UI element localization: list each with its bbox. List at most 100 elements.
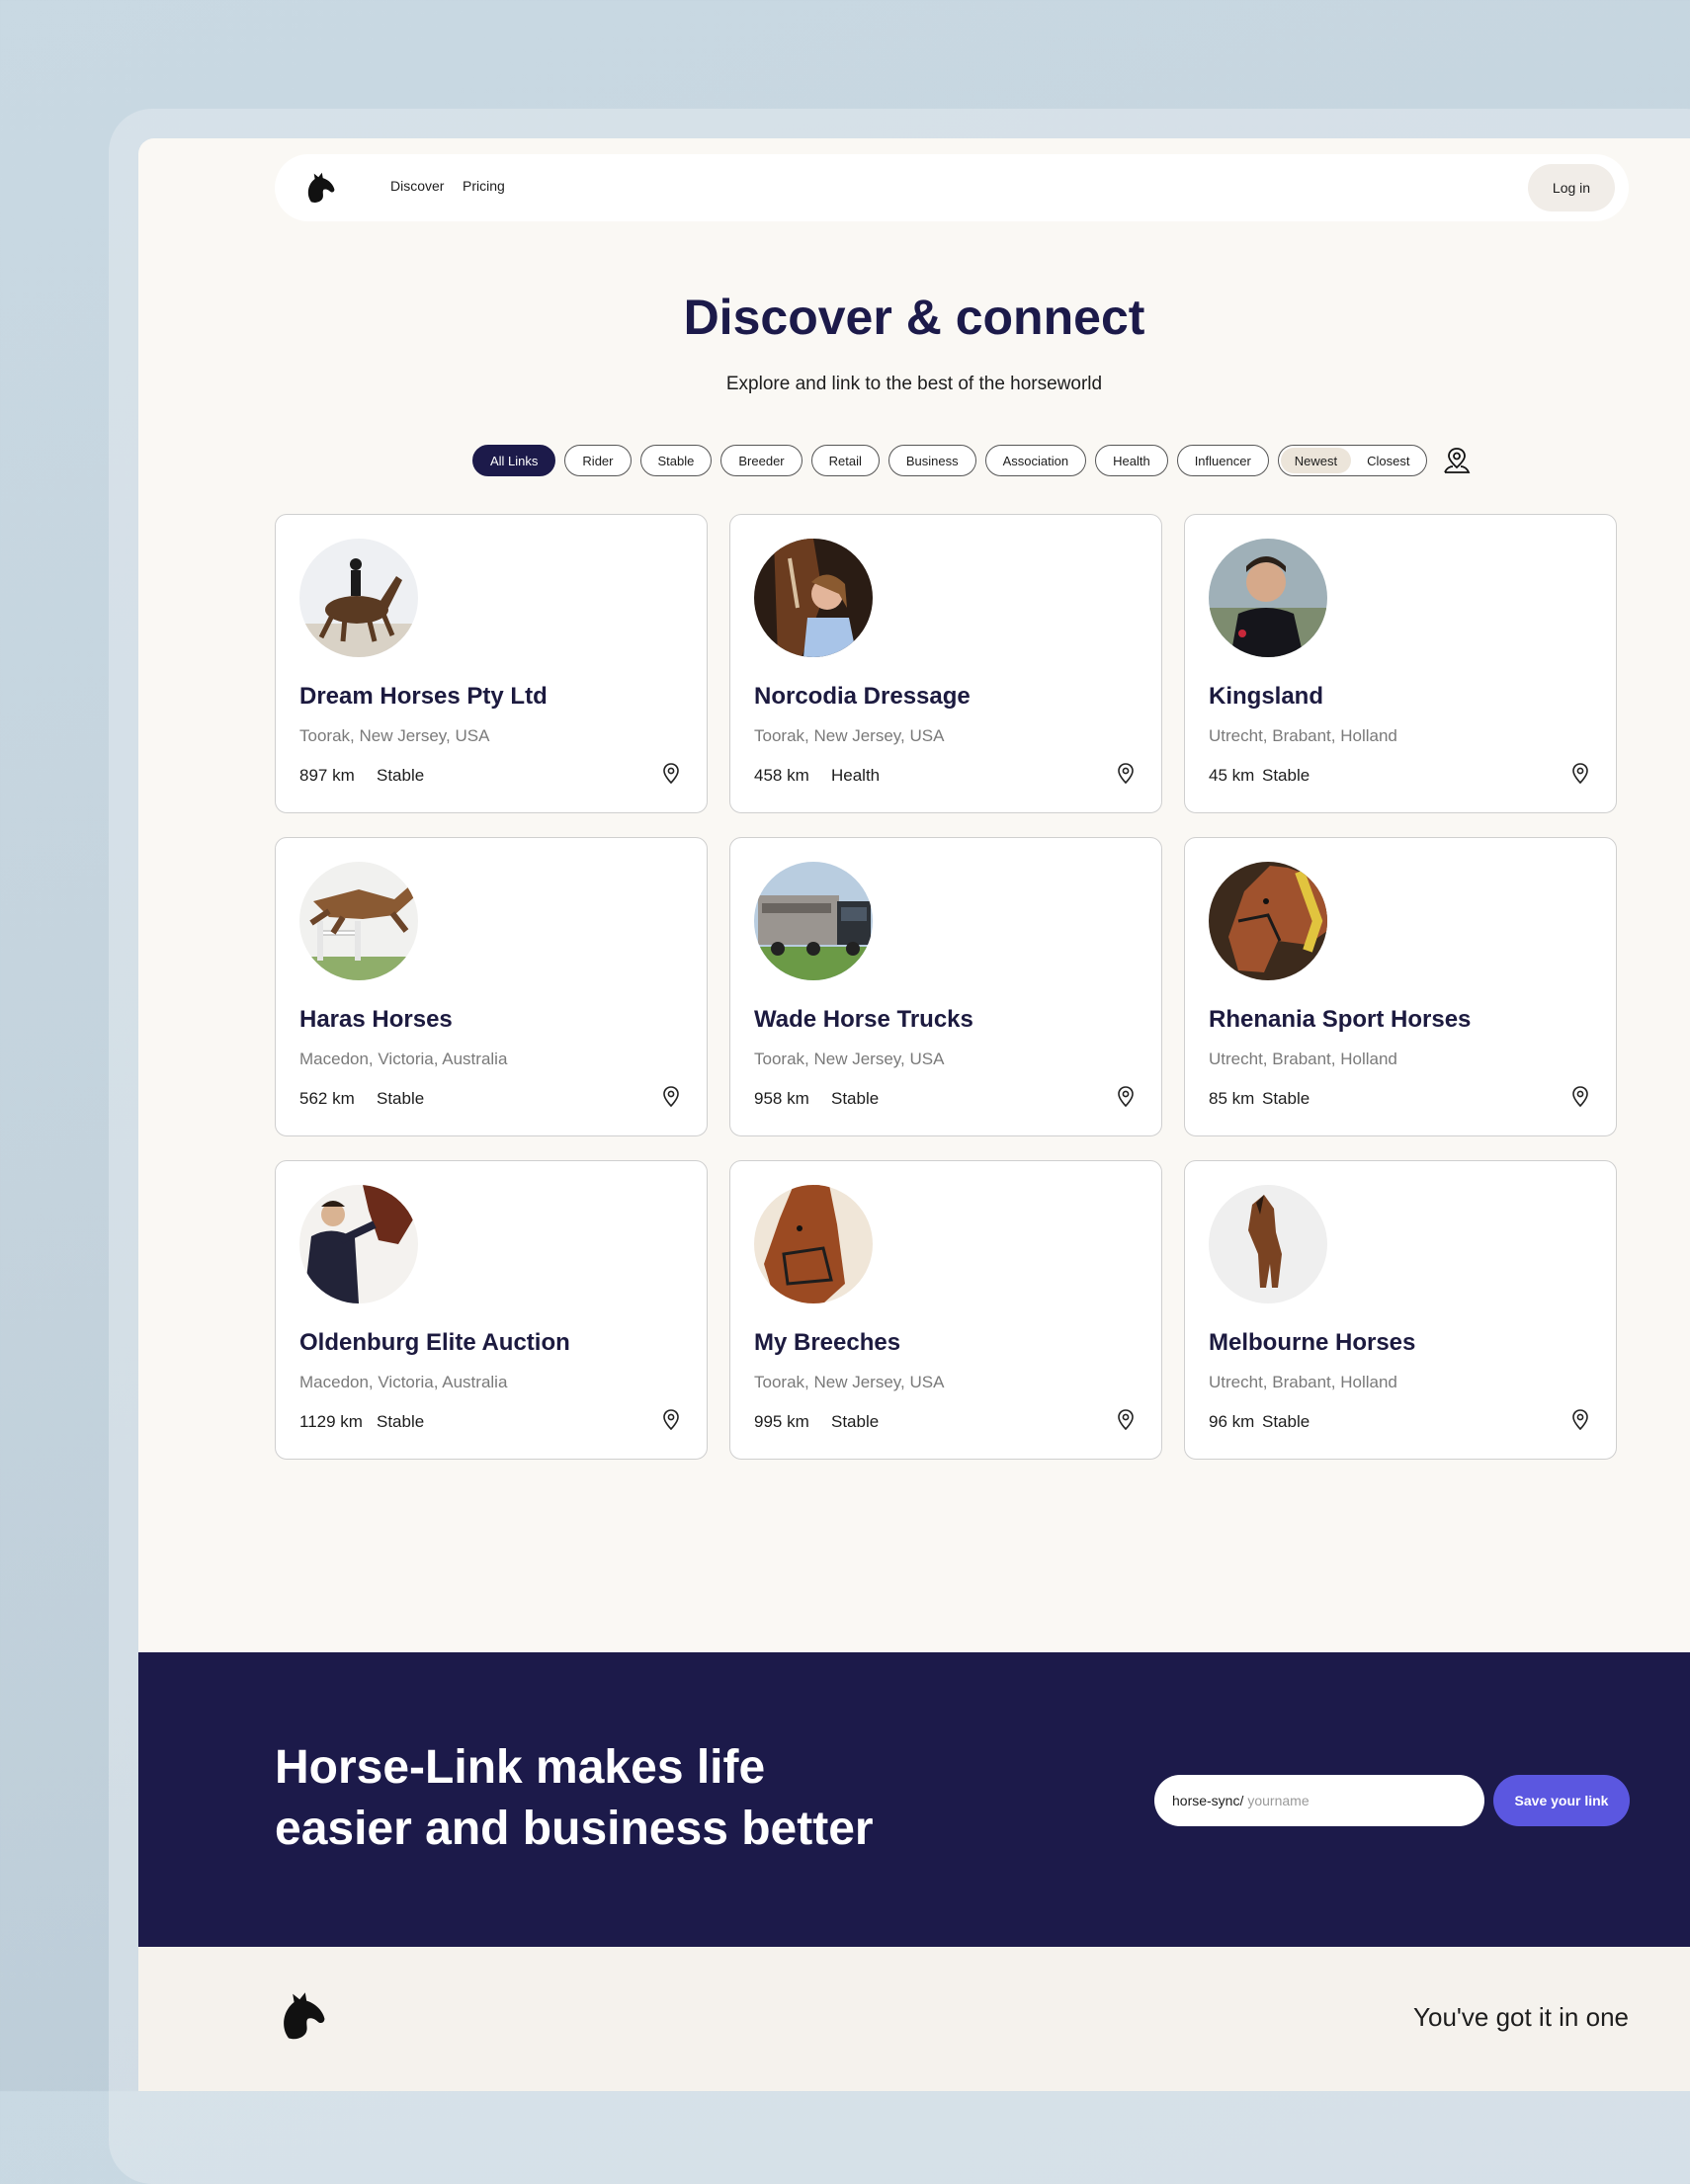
- browser-window: Discover Pricing Log in Discover & conne…: [138, 138, 1690, 2091]
- profile-location: Toorak, New Jersey, USA: [754, 1050, 945, 1068]
- filter-chip-retail[interactable]: Retail: [810, 445, 880, 476]
- map-pin-person-icon[interactable]: [1442, 446, 1472, 475]
- filter-chip-breeder[interactable]: Breeder: [720, 445, 803, 476]
- filter-chip-business[interactable]: Business: [887, 445, 976, 476]
- horse-logo-icon[interactable]: [302, 170, 338, 206]
- map-pin-icon[interactable]: [1114, 1085, 1138, 1109]
- profile-category: Stable: [1262, 766, 1310, 785]
- profile-distance: 562 km: [299, 1089, 355, 1108]
- sort-option-closest[interactable]: Closest: [1353, 448, 1423, 473]
- map-pin-icon[interactable]: [659, 1085, 683, 1109]
- dressage-rider-photo: [299, 539, 418, 657]
- filter-chip-rider[interactable]: Rider: [564, 445, 632, 476]
- profile-location: Macedon, Victoria, Australia: [299, 1373, 508, 1391]
- profile-category: Stable: [831, 1412, 880, 1431]
- filter-bar: All Links Rider Stable Breeder Retail Bu…: [472, 444, 1472, 477]
- jumping-horse-photo: [299, 862, 418, 980]
- profile-distance: 1129 km: [299, 1412, 363, 1431]
- profile-name: Wade Horse Trucks: [754, 1006, 973, 1033]
- profile-avatar: [1209, 862, 1327, 980]
- profile-distance: 45 km: [1209, 766, 1255, 785]
- profile-distance: 995 km: [754, 1412, 809, 1431]
- banner-title: Horse-Link makes life easier and busines…: [275, 1737, 874, 1860]
- map-pin-icon[interactable]: [1568, 762, 1592, 786]
- profile-location: Macedon, Victoria, Australia: [299, 1050, 508, 1068]
- map-pin-icon[interactable]: [1568, 1408, 1592, 1432]
- filter-chip-health[interactable]: Health: [1095, 445, 1168, 476]
- map-pin-icon[interactable]: [1114, 762, 1138, 786]
- link-prefix: horse-sync/: [1172, 1793, 1244, 1808]
- profile-distance: 897 km: [299, 766, 355, 785]
- login-button[interactable]: Log in: [1528, 164, 1615, 211]
- nav-link-discover[interactable]: Discover: [390, 178, 444, 194]
- man-portrait-photo: [1209, 539, 1327, 657]
- profile-card[interactable]: Kingsland Utrecht, Brabant, Holland 45 km S…: [1184, 514, 1617, 813]
- filter-chip-all-links[interactable]: All Links: [472, 445, 556, 476]
- save-link-button[interactable]: Save your link: [1493, 1775, 1630, 1826]
- link-input-field[interactable]: horse-sync/: [1154, 1775, 1484, 1826]
- profile-card[interactable]: Melbourne Horses Utrecht, Brabant, Hollan…: [1184, 1160, 1617, 1460]
- page-subtitle: Explore and link to the best of the hors…: [725, 374, 1103, 394]
- profile-avatar: [754, 539, 873, 657]
- profile-card[interactable]: My Breeches Toorak, New Jersey, USA 995 km…: [729, 1160, 1162, 1460]
- profile-location: Utrecht, Brabant, Holland: [1209, 1050, 1397, 1068]
- chestnut-horse-photo: [754, 1185, 873, 1303]
- filter-chip-association[interactable]: Association: [984, 445, 1087, 476]
- profile-card[interactable]: Haras Horses Macedon, Victoria, Australia…: [275, 837, 708, 1136]
- sort-option-newest[interactable]: Newest: [1280, 448, 1352, 473]
- profile-location: Toorak, New Jersey, USA: [299, 726, 490, 745]
- profile-name: Haras Horses: [299, 1006, 453, 1033]
- map-pin-icon[interactable]: [659, 1408, 683, 1432]
- nav-link-pricing[interactable]: Pricing: [463, 178, 505, 194]
- profile-distance: 958 km: [754, 1089, 809, 1108]
- cta-banner: Horse-Link makes life easier and busines…: [138, 1652, 1690, 1947]
- profile-distance: 85 km: [1209, 1089, 1255, 1108]
- man-with-horse-photo: [299, 1185, 418, 1303]
- profile-category: Stable: [1262, 1089, 1310, 1108]
- map-pin-icon[interactable]: [659, 762, 683, 786]
- profile-avatar: [1209, 1185, 1327, 1303]
- profile-name: Norcodia Dressage: [754, 683, 971, 710]
- profile-name: Oldenburg Elite Auction: [299, 1329, 570, 1356]
- profile-location: Utrecht, Brabant, Holland: [1209, 726, 1397, 745]
- profile-category: Stable: [377, 766, 425, 785]
- profile-card[interactable]: Oldenburg Elite Auction Macedon, Victoria…: [275, 1160, 708, 1460]
- profile-category: Stable: [831, 1089, 880, 1108]
- sort-toggle: Newest Closest: [1277, 445, 1427, 476]
- username-input[interactable]: [1243, 1793, 1446, 1808]
- profile-name: Kingsland: [1209, 683, 1324, 710]
- profile-distance: 96 km: [1209, 1412, 1255, 1431]
- profile-location: Toorak, New Jersey, USA: [754, 1373, 945, 1391]
- profile-card[interactable]: Norcodia Dressage Toorak, New Jersey, USA…: [729, 514, 1162, 813]
- filter-chip-influencer[interactable]: Influencer: [1176, 445, 1269, 476]
- horse-head-photo: [1209, 862, 1327, 980]
- profile-location: Utrecht, Brabant, Holland: [1209, 1373, 1397, 1391]
- profile-category: Stable: [377, 1089, 425, 1108]
- woman-with-horse-photo: [754, 539, 873, 657]
- profile-card[interactable]: Dream Horses Pty Ltd Toorak, New Jersey, …: [275, 514, 708, 813]
- profile-category: Stable: [1262, 1412, 1310, 1431]
- profile-avatar: [1209, 539, 1327, 657]
- profile-avatar: [299, 1185, 418, 1303]
- map-pin-icon[interactable]: [1114, 1408, 1138, 1432]
- profile-location: Toorak, New Jersey, USA: [754, 726, 945, 745]
- profile-category: Health: [831, 766, 881, 785]
- profile-card[interactable]: Wade Horse Trucks Toorak, New Jersey, USA…: [729, 837, 1162, 1136]
- map-pin-icon[interactable]: [1568, 1085, 1592, 1109]
- horse-logo-icon[interactable]: [275, 1986, 330, 2046]
- profile-distance: 458 km: [754, 766, 809, 785]
- profile-name: Rhenania Sport Horses: [1209, 1006, 1472, 1033]
- profile-name: My Breeches: [754, 1329, 901, 1356]
- profile-avatar: [754, 1185, 873, 1303]
- footer: You've got it in one: [138, 1947, 1690, 2091]
- profile-card[interactable]: Rhenania Sport Horses Utrecht, Brabant, H…: [1184, 837, 1617, 1136]
- profile-category: Stable: [377, 1412, 425, 1431]
- top-nav: Discover Pricing Log in: [275, 154, 1629, 221]
- profile-avatar: [299, 862, 418, 980]
- filter-chip-stable[interactable]: Stable: [639, 445, 713, 476]
- profile-name: Dream Horses Pty Ltd: [299, 683, 548, 710]
- horse-truck-photo: [754, 862, 873, 980]
- banner-title-line2: easier and business better: [275, 1803, 874, 1855]
- page-title: Discover & connect: [683, 290, 1145, 345]
- standing-horse-photo: [1209, 1185, 1327, 1303]
